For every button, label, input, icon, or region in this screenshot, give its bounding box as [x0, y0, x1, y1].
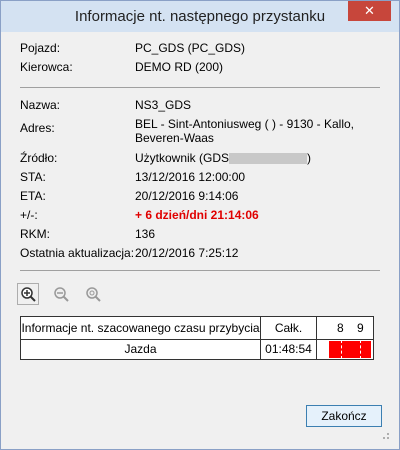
stop-name-label: Nazwa:: [20, 98, 61, 112]
zoom-fit-icon: [86, 287, 101, 302]
hour-header: 8 9: [317, 317, 373, 339]
address-line-2: Beveren-Waas: [135, 131, 214, 145]
total-header: Całk.: [261, 317, 317, 339]
dialog-body: Pojazd: PC_GDS (PC_GDS) Kierowca: DEMO R…: [8, 32, 392, 442]
source-suffix: ): [307, 151, 312, 165]
rkm-value: 136: [135, 227, 156, 241]
driving-time-bar: [329, 341, 371, 358]
row-total-driving: 01:48:54: [261, 340, 317, 359]
hour-tick-9: [360, 340, 361, 359]
zoom-fit-button[interactable]: [82, 283, 104, 305]
dialog-window: Informacje nt. następnego przystanku ✕ P…: [0, 0, 400, 450]
timeline-cell: [317, 340, 373, 359]
window-title: Informacje nt. następnego przystanku: [74, 8, 326, 25]
updated-value: 20/12/2016 7:25:12: [135, 246, 239, 260]
title-bar: Informacje nt. następnego przystanku ✕: [1, 1, 399, 32]
address-line-1: BEL - Sint-Antoniusweg ( ) - 9130 - Kall…: [135, 117, 354, 131]
hour-tick-8: [341, 340, 342, 359]
separator-top: [20, 87, 380, 88]
driver-value: DEMO RD (200): [135, 60, 224, 74]
row-label-driving: Jazda: [21, 340, 261, 359]
source-text: Użytkownik (GDS: [135, 151, 230, 165]
zoom-out-icon: [54, 287, 69, 302]
hour-label-9: 9: [357, 321, 364, 335]
rkm-label: RKM:: [20, 227, 50, 241]
vehicle-value: PC_GDS (PC_GDS): [135, 41, 246, 55]
estimate-header-label: Informacje nt. szacowanego czasu przybyc…: [21, 317, 261, 339]
updated-label: Ostatnia aktualizacja:: [20, 246, 135, 260]
delta-value: + 6 dzień/dni 21:14:06: [135, 208, 259, 222]
zoom-in-icon: [21, 287, 36, 302]
delta-label: +/-:: [20, 208, 38, 222]
eta-label: ETA:: [20, 189, 46, 203]
address-label: Adres:: [20, 121, 55, 135]
sta-value: 13/12/2016 12:00:00: [135, 170, 246, 184]
resize-grip-icon[interactable]: [380, 430, 390, 440]
eta-value: 20/12/2016 9:14:06: [135, 189, 239, 203]
source-value: Użytkownik (GDS): [135, 151, 311, 165]
source-label: Źródło:: [20, 151, 58, 165]
close-button[interactable]: ✕: [348, 1, 391, 21]
driver-label: Kierowca:: [20, 60, 73, 74]
estimate-table: Informacje nt. szacowanego czasu przybyc…: [20, 316, 374, 360]
zoom-out-button[interactable]: [50, 283, 72, 305]
redacted-block: [229, 153, 308, 165]
separator-bottom: [20, 270, 380, 271]
finish-button[interactable]: Zakończ: [306, 405, 382, 427]
stop-name-value: NS3_GDS: [135, 98, 192, 112]
sta-label: STA:: [20, 170, 46, 184]
hour-label-8: 8: [337, 321, 344, 335]
zoom-in-button[interactable]: [17, 283, 39, 305]
vehicle-label: Pojazd:: [20, 41, 61, 55]
